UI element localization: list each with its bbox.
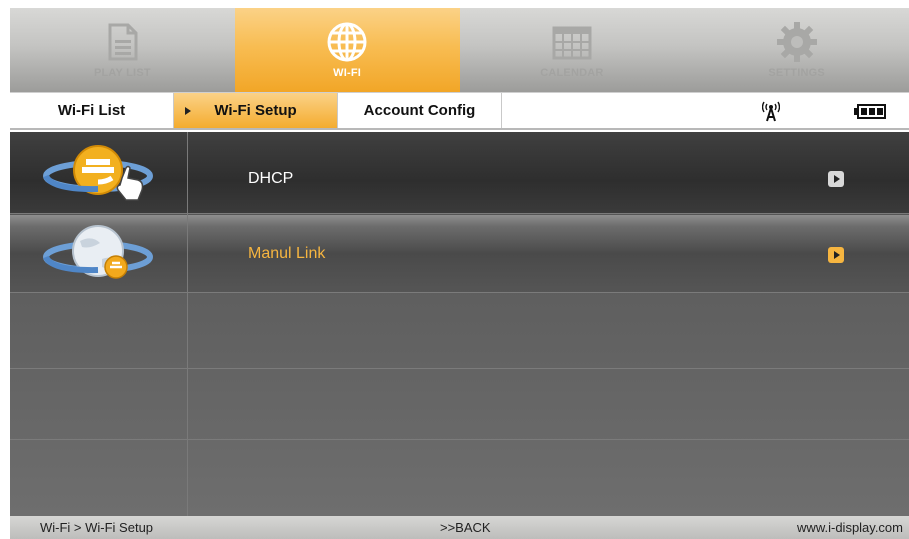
tab-label: SETTINGS [768,67,825,79]
subtab-label: Wi-Fi List [57,102,126,119]
tab-label: WI-FI [333,67,362,79]
subtab-label: Wi-Fi Setup [214,102,297,119]
list-item-empty [10,370,909,440]
subbar-spacer [502,93,909,128]
globe-link-icon [43,225,153,279]
list-item-label: Manul Link [248,245,326,262]
website-label: www.i-display.com [797,520,903,535]
gear-icon [776,22,817,62]
column-divider [187,132,188,516]
list-item-manual-link[interactable]: Manul Link [10,215,909,293]
subtab-wifi-setup[interactable]: Wi-Fi Setup [174,93,338,128]
list-item-empty [10,294,909,369]
main-tab-bar: PLAY LIST WI-FI CALENDAR SETTINGS [10,8,909,92]
subtab-label: Account Config [363,102,476,119]
subtab-account-config[interactable]: Account Config [338,93,502,128]
battery-icon [854,104,886,119]
sub-tab-bar: Wi-Fi List Wi-Fi Setup Account Config [10,92,909,130]
back-button[interactable]: >>BACK [440,520,491,535]
ie-globe-hand-icon [43,145,153,201]
list-item-dhcp[interactable]: DHCP [10,132,909,214]
playlist-icon [108,23,138,61]
tab-label: CALENDAR [540,67,604,79]
wifi-signal-icon [762,101,780,122]
tab-settings[interactable]: SETTINGS [684,8,909,92]
tab-label: PLAY LIST [93,67,151,79]
tab-calendar[interactable]: CALENDAR [460,8,685,92]
play-arrow-icon[interactable] [828,171,844,187]
breadcrumb: Wi-Fi > Wi-Fi Setup [40,520,154,535]
play-arrow-icon[interactable] [828,247,844,263]
footer-bar: Wi-Fi > Wi-Fi Setup >>BACK www.i-display… [10,516,909,539]
wifi-setup-list: DHCP Manul Link [10,132,909,516]
calendar-icon [552,26,592,60]
selected-arrow-icon [185,107,191,115]
globe-icon [327,22,367,62]
tab-play-list[interactable]: PLAY LIST [10,8,235,92]
list-item-label: DHCP [248,170,294,187]
tab-wifi[interactable]: WI-FI [234,8,460,92]
subtab-wifi-list[interactable]: Wi-Fi List [10,93,174,128]
